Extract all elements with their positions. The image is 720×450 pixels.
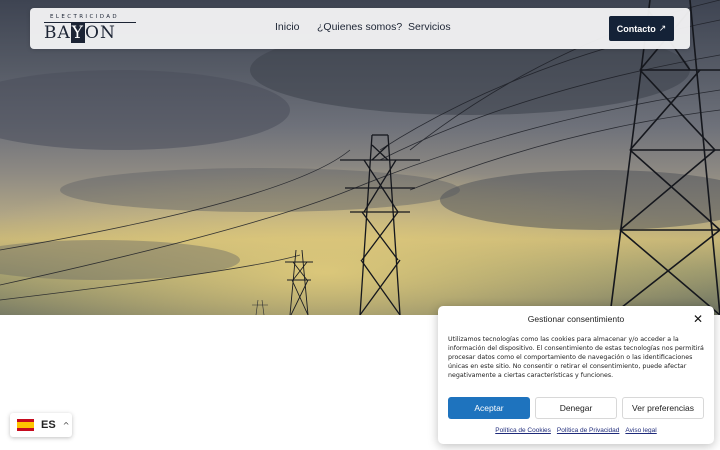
nav-inicio[interactable]: Inicio xyxy=(275,21,300,33)
spain-flag-icon xyxy=(17,419,34,431)
logo-part-y: Y xyxy=(70,23,86,43)
link-legal-notice[interactable]: Aviso legal xyxy=(625,427,656,434)
arrow-up-right-icon: ↗ xyxy=(658,23,667,33)
top-navbar: ELECTRICIDAD BAYON Inicio ¿Quienes somos… xyxy=(30,8,690,49)
logo-wordmark: BAYON xyxy=(44,23,116,43)
logo-part-ba: BA xyxy=(44,23,71,43)
contact-button[interactable]: Contacto ↗ xyxy=(609,16,674,41)
consent-text: Utilizamos tecnologías como las cookies … xyxy=(448,336,704,379)
deny-button[interactable]: Denegar xyxy=(535,397,617,419)
contact-label: Contacto xyxy=(616,23,656,34)
chevron-up-icon: ^ xyxy=(62,420,70,430)
language-switcher[interactable]: ES ^ xyxy=(10,413,72,437)
logo-part-on: ON xyxy=(85,23,116,43)
brand-logo[interactable]: ELECTRICIDAD BAYON xyxy=(44,14,140,44)
link-cookies-policy[interactable]: Política de Cookies xyxy=(495,427,551,434)
consent-title: Gestionar consentimiento xyxy=(527,314,625,324)
preferences-button[interactable]: Ver preferencias xyxy=(622,397,704,419)
close-icon[interactable]: ✕ xyxy=(693,312,703,326)
language-code: ES xyxy=(41,419,56,431)
link-privacy-policy[interactable]: Política de Privacidad xyxy=(557,427,620,434)
consent-links: Política de Cookies Política de Privacid… xyxy=(438,427,714,434)
accept-button[interactable]: Aceptar xyxy=(448,397,530,419)
nav-servicios[interactable]: Servicios xyxy=(408,21,451,33)
nav-quienes-somos[interactable]: ¿Quienes somos? xyxy=(317,21,402,33)
cookie-consent-dialog: Gestionar consentimiento ✕ Utilizamos te… xyxy=(438,306,714,444)
logo-tagline: ELECTRICIDAD xyxy=(50,14,120,20)
